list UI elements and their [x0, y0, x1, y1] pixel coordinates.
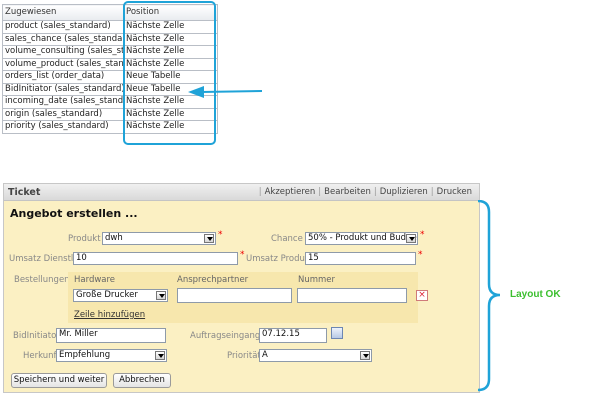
chevron-down-icon[interactable] — [155, 351, 165, 360]
save-and-continue-button[interactable]: Speichern und weiter — [11, 373, 107, 388]
produkt-label: Produkt — [68, 234, 101, 244]
chance-select[interactable]: 50% - Produkt und Budget — [305, 232, 418, 245]
hardware-select[interactable]: Große Drucker — [73, 289, 168, 302]
nummer-input[interactable] — [297, 288, 407, 303]
position-column-highlight — [123, 1, 216, 145]
assigned-cell: volume_consulting (sales_sta... — [2, 45, 124, 59]
chance-label: Chance — [271, 234, 303, 244]
column-header-hardware: Hardware — [74, 275, 116, 285]
chance-value: 50% - Produkt und Budget — [308, 233, 418, 243]
form-title: Angebot erstellen ... — [10, 207, 138, 220]
edit-button[interactable]: Bearbeiten — [321, 187, 374, 197]
curly-bracket-icon — [477, 200, 501, 392]
ticket-action-bar: | Akzeptieren | Bearbeiten | Duplizieren… — [259, 187, 475, 197]
prioritaet-value: A — [262, 350, 268, 360]
herkunft-value: Empfehlung — [59, 350, 111, 360]
chevron-down-icon[interactable] — [360, 351, 370, 360]
assigned-cell: orders_list (order_data) — [2, 70, 124, 84]
herkunft-label: Herkunft — [23, 351, 60, 361]
bestellungen-label: Bestellungen — [14, 275, 70, 285]
ticket-title: Ticket — [8, 186, 41, 198]
assigned-cell: origin (sales_standard) — [2, 107, 124, 121]
calendar-icon[interactable] — [331, 327, 343, 339]
assigned-cell: incoming_date (sales_standard — [2, 95, 124, 109]
column-header-ansprechpartner: Ansprechpartner — [177, 275, 249, 285]
required-marker: * — [418, 250, 423, 260]
print-button[interactable]: Drucken — [434, 187, 475, 197]
remove-row-icon[interactable]: × — [416, 290, 428, 301]
assigned-cell: priority (sales_standard) — [2, 120, 124, 134]
assigned-cell: BidInitiator (sales_standard) — [2, 82, 124, 96]
herkunft-select[interactable]: Empfehlung — [56, 349, 167, 362]
produkt-value: dwh — [105, 233, 123, 243]
auftragseingang-label: Auftragseingang — [190, 331, 261, 341]
required-marker: * — [218, 230, 223, 240]
pointer-arrow-icon — [188, 86, 263, 98]
umsatz-produkt-input[interactable]: 15 — [305, 252, 416, 265]
column-header-zugewiesen[interactable]: Zugewiesen — [2, 4, 124, 21]
assigned-cell: product (sales_standard) — [2, 20, 124, 34]
chevron-down-icon[interactable] — [156, 291, 166, 300]
assigned-cell: sales_chance (sales_standard) — [2, 32, 124, 46]
assigned-cell: volume_product (sales_stand... — [2, 57, 124, 71]
chevron-down-icon[interactable] — [406, 234, 416, 243]
bidinitiator-label: BidInitiator — [13, 331, 60, 341]
umsatz-dienstleistung-input[interactable]: 10 — [73, 252, 238, 265]
accept-button[interactable]: Akzeptieren — [262, 187, 319, 197]
column-header-nummer: Nummer — [298, 275, 336, 285]
ticket-panel: Ticket | Akzeptieren | Bearbeiten | Dupl… — [3, 183, 480, 393]
ansprechpartner-input[interactable] — [177, 288, 292, 303]
umsatz-produkt-label: Umsatz Produkt — [246, 254, 314, 264]
produkt-select[interactable]: dwh — [102, 232, 216, 245]
ticket-header: Ticket | Akzeptieren | Bearbeiten | Dupl… — [4, 184, 479, 201]
layout-ok-label: Layout OK — [510, 289, 561, 300]
add-row-link[interactable]: Zeile hinzufügen — [74, 310, 145, 320]
duplicate-button[interactable]: Duplizieren — [377, 187, 431, 197]
hardware-value: Große Drucker — [76, 290, 138, 300]
chevron-down-icon[interactable] — [204, 234, 214, 243]
prioritaet-select[interactable]: A — [259, 349, 372, 362]
prioritaet-label: Priorität — [227, 351, 261, 361]
required-marker: * — [420, 230, 425, 240]
required-marker: * — [240, 250, 245, 260]
auftragseingang-input[interactable]: 07.12.15 — [259, 328, 327, 343]
bidinitiator-input[interactable]: Mr. Miller — [56, 328, 166, 343]
cancel-button[interactable]: Abbrechen — [113, 373, 171, 388]
